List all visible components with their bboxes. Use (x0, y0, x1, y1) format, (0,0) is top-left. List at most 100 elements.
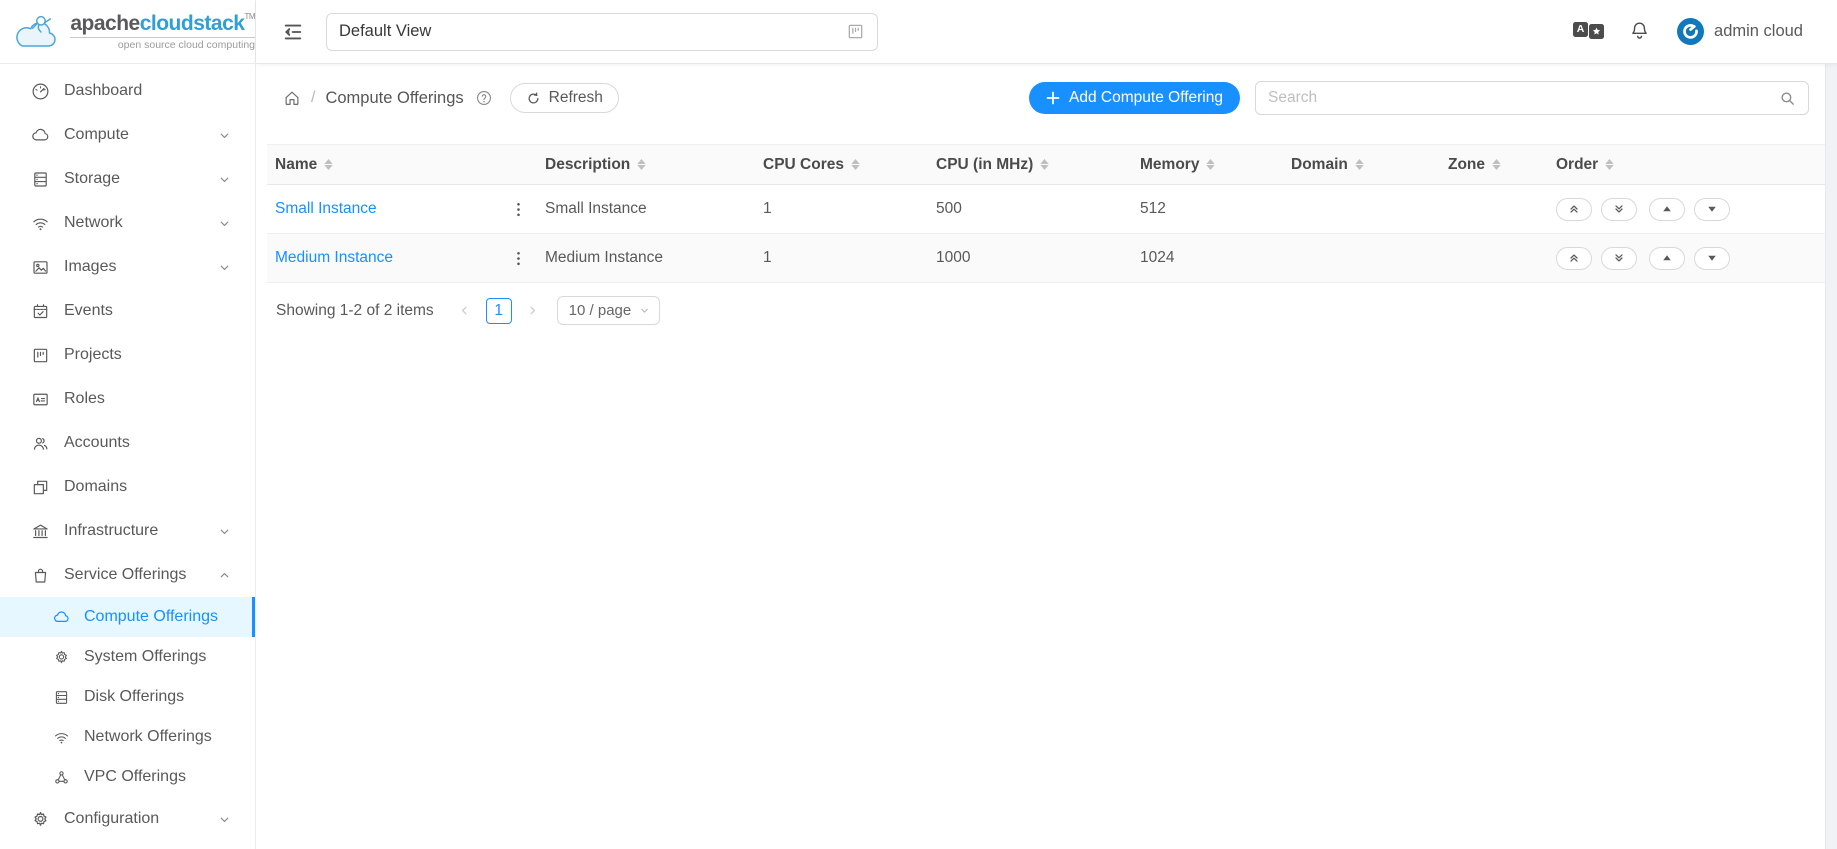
brand-title: apachecloudstackTM (70, 13, 255, 34)
page-size-select[interactable]: 10 / page (557, 296, 661, 325)
column-header-order[interactable]: Order (1548, 145, 1825, 185)
bell-icon[interactable] (1629, 20, 1650, 43)
sort-carets-icon (1206, 159, 1215, 170)
sidebar-item-infrastructure[interactable]: Infrastructure (0, 509, 255, 553)
view-selector-input[interactable] (339, 22, 846, 41)
sidebar-item-network[interactable]: Network (0, 201, 255, 245)
sidebar-item-dashboard[interactable]: Dashboard (0, 69, 255, 113)
sidebar: apachecloudstackTM open source cloud com… (0, 0, 256, 849)
page-title: Compute Offerings (325, 89, 463, 108)
table-row: Small Instance Small Instance 1 500 512 (267, 185, 1825, 234)
project-icon (31, 346, 50, 365)
move-down-button[interactable] (1694, 247, 1730, 270)
gear-icon (31, 810, 50, 829)
move-to-top-button[interactable] (1556, 247, 1592, 270)
sidebar-item-network-offerings[interactable]: Network Offerings (0, 717, 255, 757)
dashboard-icon (31, 82, 50, 101)
column-header-domain[interactable]: Domain (1283, 145, 1440, 185)
sidebar-item-roles[interactable]: Roles (0, 377, 255, 421)
move-to-bottom-button[interactable] (1601, 247, 1637, 270)
user-name: admin cloud (1714, 22, 1803, 41)
sidebar-item-domains[interactable]: Domains (0, 465, 255, 509)
order-controls (1556, 247, 1817, 270)
add-compute-offering-button[interactable]: Add Compute Offering (1029, 82, 1240, 114)
gear-icon (53, 649, 70, 666)
home-icon[interactable] (283, 89, 301, 107)
cell-domain (1283, 234, 1440, 283)
move-up-button[interactable] (1649, 247, 1685, 270)
refresh-label: Refresh (549, 89, 603, 107)
order-controls (1556, 198, 1817, 221)
wifi-icon (31, 214, 50, 233)
column-header-memory[interactable]: Memory (1132, 145, 1283, 185)
column-header-zone[interactable]: Zone (1440, 145, 1548, 185)
move-to-top-button[interactable] (1556, 198, 1592, 221)
chevron-down-icon (218, 525, 231, 538)
scrollbar[interactable] (1825, 64, 1837, 849)
main-area: A admin cloud / Compute Offerings Refres… (256, 0, 1837, 849)
cell-cpu-mhz: 1000 (928, 234, 1132, 283)
add-button-label: Add Compute Offering (1069, 89, 1223, 107)
cell-domain (1283, 185, 1440, 234)
search-icon[interactable] (1779, 90, 1796, 107)
user-avatar-icon (1677, 18, 1704, 45)
sort-carets-icon (324, 159, 333, 170)
sidebar-item-system-offerings[interactable]: System Offerings (0, 637, 255, 677)
cloud-icon (31, 126, 50, 145)
sidebar-item-projects[interactable]: Projects (0, 333, 255, 377)
sidebar-item-service-offerings[interactable]: Service Offerings (0, 553, 255, 597)
offering-name-link[interactable]: Medium Instance (275, 249, 393, 266)
sidebar-item-accounts[interactable]: Accounts (0, 421, 255, 465)
user-menu[interactable]: admin cloud (1677, 18, 1803, 45)
sidebar-item-vpc-offerings[interactable]: VPC Offerings (0, 757, 255, 797)
sidebar-item-configuration[interactable]: Configuration (0, 797, 255, 841)
cell-cpu-cores: 1 (755, 234, 928, 283)
move-to-bottom-button[interactable] (1601, 198, 1637, 221)
pagination-summary: Showing 1-2 of 2 items (276, 302, 434, 320)
column-header-cpu-mhz[interactable]: CPU (in MHz) (928, 145, 1132, 185)
column-header-description[interactable]: Description (537, 145, 755, 185)
column-header-actions (500, 145, 537, 185)
service-offerings-submenu: Compute Offerings System Offerings Disk … (0, 597, 255, 797)
page-number-button[interactable]: 1 (486, 298, 512, 324)
chevron-down-icon (218, 173, 231, 186)
refresh-button[interactable]: Refresh (510, 83, 619, 113)
sidebar-item-storage[interactable]: Storage (0, 157, 255, 201)
block-icon (31, 478, 50, 497)
idcard-icon (31, 390, 50, 409)
cell-zone (1440, 185, 1548, 234)
compute-offerings-table: Name Description CPU Cores CPU (in MHz) … (267, 144, 1825, 283)
chevron-down-icon (218, 261, 231, 274)
picture-icon (31, 258, 50, 277)
cloud-icon (53, 609, 70, 626)
plus-icon (1046, 91, 1060, 105)
previous-page-icon[interactable] (453, 299, 477, 323)
cell-zone (1440, 234, 1548, 283)
reload-icon (526, 91, 541, 106)
sidebar-item-compute-offerings[interactable]: Compute Offerings (0, 597, 255, 637)
sidebar-item-images[interactable]: Images (0, 245, 255, 289)
help-icon[interactable] (475, 89, 493, 107)
move-down-button[interactable] (1694, 198, 1730, 221)
cell-description: Medium Instance (537, 234, 755, 283)
offering-name-link[interactable]: Small Instance (275, 200, 377, 217)
cell-memory: 1024 (1132, 234, 1283, 283)
column-header-name[interactable]: Name (267, 145, 500, 185)
project-switch-icon[interactable] (846, 22, 865, 41)
sidebar-item-disk-offerings[interactable]: Disk Offerings (0, 677, 255, 717)
sidebar-item-events[interactable]: Events (0, 289, 255, 333)
row-actions-icon[interactable] (508, 199, 529, 220)
sidebar-item-compute[interactable]: Compute (0, 113, 255, 157)
search-input[interactable] (1268, 89, 1779, 107)
translate-icon[interactable]: A (1573, 19, 1605, 45)
database-icon (53, 689, 70, 706)
toolbar-row: / Compute Offerings Refresh Add Compute … (256, 64, 1837, 128)
view-selector[interactable] (326, 13, 878, 51)
shopping-bag-icon (31, 566, 50, 585)
column-header-cpu-cores[interactable]: CPU Cores (755, 145, 928, 185)
next-page-icon[interactable] (521, 299, 545, 323)
row-actions-icon[interactable] (508, 248, 529, 269)
cell-description: Small Instance (537, 185, 755, 234)
menu-fold-icon[interactable] (282, 21, 304, 43)
move-up-button[interactable] (1649, 198, 1685, 221)
